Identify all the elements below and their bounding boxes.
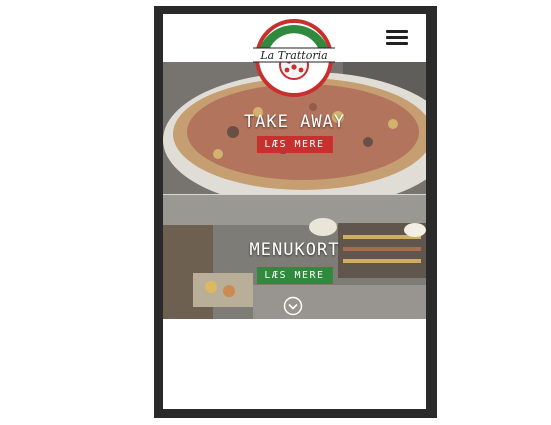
- phone-frame: La Trattoria TAKE AWAY LÆS MERE MENUKORT…: [154, 6, 437, 418]
- menu-bar-line: [386, 42, 408, 45]
- chevron-down-circle-icon[interactable]: [283, 296, 303, 316]
- mobile-screen: La Trattoria TAKE AWAY LÆS MERE MENUKORT…: [163, 14, 426, 409]
- logo-wordmark: La Trattoria: [259, 49, 327, 62]
- menu-bar-line: [386, 30, 408, 33]
- menu-section[interactable]: MENUKORT LÆS MERE: [163, 195, 426, 319]
- menu-bar-line: [386, 36, 408, 39]
- hamburger-menu-button[interactable]: [386, 30, 408, 46]
- takeaway-read-more-button[interactable]: LÆS MERE: [256, 136, 333, 153]
- logo-emblem: La Trattoria: [253, 19, 335, 97]
- menu-read-more-button[interactable]: LÆS MERE: [256, 267, 333, 284]
- takeaway-title: TAKE AWAY: [243, 112, 346, 132]
- site-logo[interactable]: La Trattoria: [249, 18, 339, 98]
- menu-title: MENUKORT: [249, 240, 340, 260]
